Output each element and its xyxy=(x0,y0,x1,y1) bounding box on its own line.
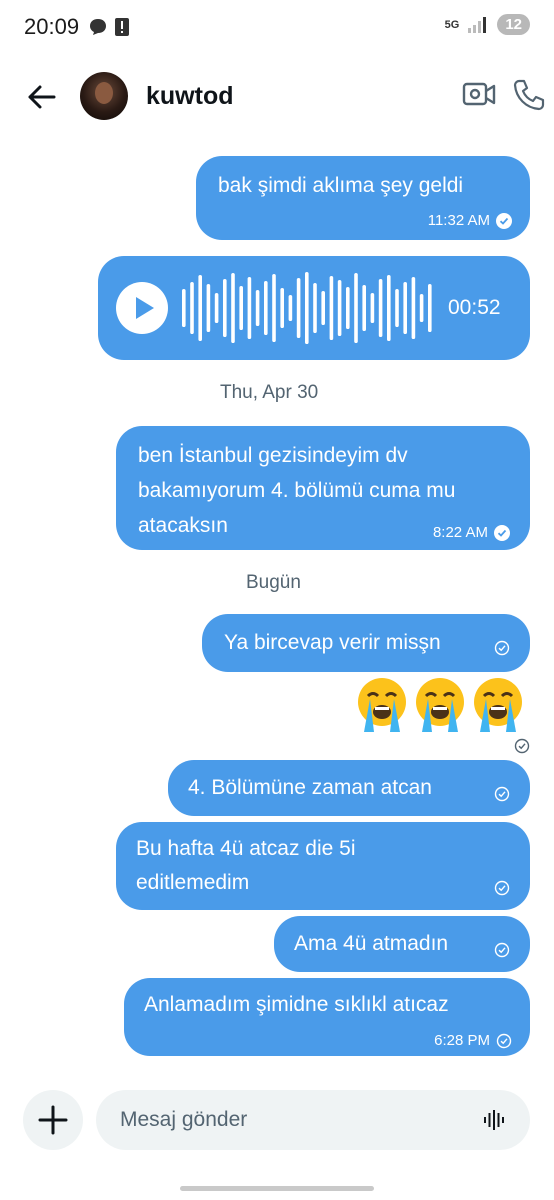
waveform-bar xyxy=(337,280,342,336)
alert-notification-icon xyxy=(115,18,129,36)
waveform-bar xyxy=(247,277,252,339)
message-text: Ya bircevap verir misşn xyxy=(224,631,441,654)
waveform-bar xyxy=(231,273,235,343)
plus-icon xyxy=(38,1105,68,1135)
waveform-bar xyxy=(239,286,243,330)
sent-check-icon xyxy=(496,1033,512,1048)
crying-face-icon xyxy=(356,676,408,734)
message-text: bak şimdi aklıma şey geldi xyxy=(218,174,464,197)
video-call-button[interactable] xyxy=(462,80,496,110)
waveform-bar xyxy=(321,291,325,325)
waveform-bar xyxy=(419,294,424,322)
message-bubble[interactable]: bak şimdi aklıma şey geldi 11:32 AM xyxy=(196,156,530,240)
crying-face-icon xyxy=(414,676,466,734)
voice-message-bubble[interactable]: 00:52 xyxy=(98,256,530,360)
waveform-bar xyxy=(190,282,194,334)
message-bubble[interactable]: Bu hafta 4ü atcaz die 5i editlemedim xyxy=(116,822,530,910)
sent-check-icon xyxy=(494,640,510,656)
sent-check-icon xyxy=(494,880,510,896)
message-bubble[interactable]: Ya bircevap verir misşn xyxy=(202,614,530,672)
message-bubble[interactable]: ben İstanbul gezisindeyim dv bakamıyorum… xyxy=(116,426,530,550)
read-check-icon xyxy=(496,212,512,229)
message-input[interactable]: Mesaj gönder xyxy=(96,1090,530,1150)
waveform-bar xyxy=(354,273,358,343)
waveform-bar xyxy=(223,279,227,337)
crying-face-icon xyxy=(472,676,524,734)
back-button[interactable] xyxy=(24,82,60,112)
network-type: 5G xyxy=(444,18,460,31)
home-indicator[interactable] xyxy=(180,1186,374,1191)
status-bar: 20:09 5G 12 xyxy=(0,0,554,56)
waveform-bar xyxy=(305,272,309,344)
waveform-bar xyxy=(214,293,219,323)
waveform-bar xyxy=(288,295,293,321)
waveform-bar xyxy=(395,289,399,327)
message-time: 11:32 AM xyxy=(427,212,490,229)
waveform-bar xyxy=(346,287,350,329)
waveform-bar xyxy=(264,281,268,335)
date-separator: Thu, Apr 30 xyxy=(220,382,319,403)
waveform-bar xyxy=(198,275,202,341)
waveform-bar xyxy=(280,288,284,328)
add-media-button[interactable] xyxy=(23,1090,83,1150)
play-button[interactable] xyxy=(116,282,168,334)
message-meta: 6:28 PM xyxy=(434,1024,512,1057)
battery-level: 12 xyxy=(497,14,530,35)
voice-record-icon[interactable] xyxy=(482,1108,506,1132)
waveform-bar xyxy=(296,278,301,338)
emoji-message[interactable]: 😭😭😭 xyxy=(356,676,524,734)
video-camera-icon xyxy=(462,82,496,106)
message-composer: Mesaj gönder xyxy=(0,1082,554,1162)
waveform xyxy=(182,272,432,344)
message-time: 6:28 PM xyxy=(434,1032,490,1049)
waveform-bar xyxy=(329,276,334,340)
waveform-bar xyxy=(182,289,186,327)
sent-check-icon xyxy=(494,942,510,958)
sent-check-icon xyxy=(494,786,510,802)
play-icon xyxy=(136,297,154,319)
message-time: 8:22 AM xyxy=(432,524,488,541)
message-input-placeholder: Mesaj gönder xyxy=(120,1108,248,1131)
waveform-bar xyxy=(403,282,407,334)
sent-check-icon xyxy=(514,738,530,754)
message-bubble[interactable]: 4. Bölümüne zaman atcan xyxy=(168,760,530,816)
status-time: 20:09 xyxy=(24,14,80,39)
voice-duration: 00:52 xyxy=(448,296,501,319)
message-text: 4. Bölümüne zaman atcan xyxy=(188,776,432,799)
signal-icon xyxy=(468,16,487,33)
contact-name[interactable]: kuwtod xyxy=(146,82,234,111)
system-icons: 5G 12 xyxy=(445,14,530,35)
message-bubble[interactable]: Anlamadım şimidne sıklıkl atıcaz 6:28 PM xyxy=(124,978,530,1056)
message-bubble[interactable]: Ama 4ü atmadın xyxy=(274,916,530,972)
waveform-bar xyxy=(362,285,366,331)
message-meta: 8:22 AM xyxy=(433,516,510,549)
message-text: Ama 4ü atmadın xyxy=(294,932,449,955)
waveform-bar xyxy=(378,279,383,337)
waveform-bar xyxy=(387,275,391,341)
date-separator: Bugün xyxy=(246,572,301,593)
read-check-icon xyxy=(494,524,510,541)
arrow-left-icon xyxy=(28,85,56,109)
waveform-bar xyxy=(370,293,375,323)
waveform-bar xyxy=(411,277,416,339)
avatar[interactable] xyxy=(80,72,128,120)
message-text: Anlamadım şimidne sıklıkl atıcaz xyxy=(144,993,449,1016)
message-text: Bu hafta 4ü atcaz die 5i editlemedim xyxy=(136,837,356,894)
phone-icon xyxy=(513,79,545,111)
waveform-bar xyxy=(313,283,317,333)
avatar-face xyxy=(95,82,113,104)
notification-icons xyxy=(88,17,130,37)
message-notification-icon xyxy=(90,19,106,35)
waveform-bar xyxy=(206,284,211,332)
waveform-bar xyxy=(255,290,260,326)
message-meta: 11:32 AM xyxy=(428,204,512,237)
waveform-bar xyxy=(272,274,276,342)
voice-call-button[interactable] xyxy=(512,78,546,112)
waveform-bar xyxy=(428,284,432,332)
chat-header: kuwtod xyxy=(0,62,554,132)
